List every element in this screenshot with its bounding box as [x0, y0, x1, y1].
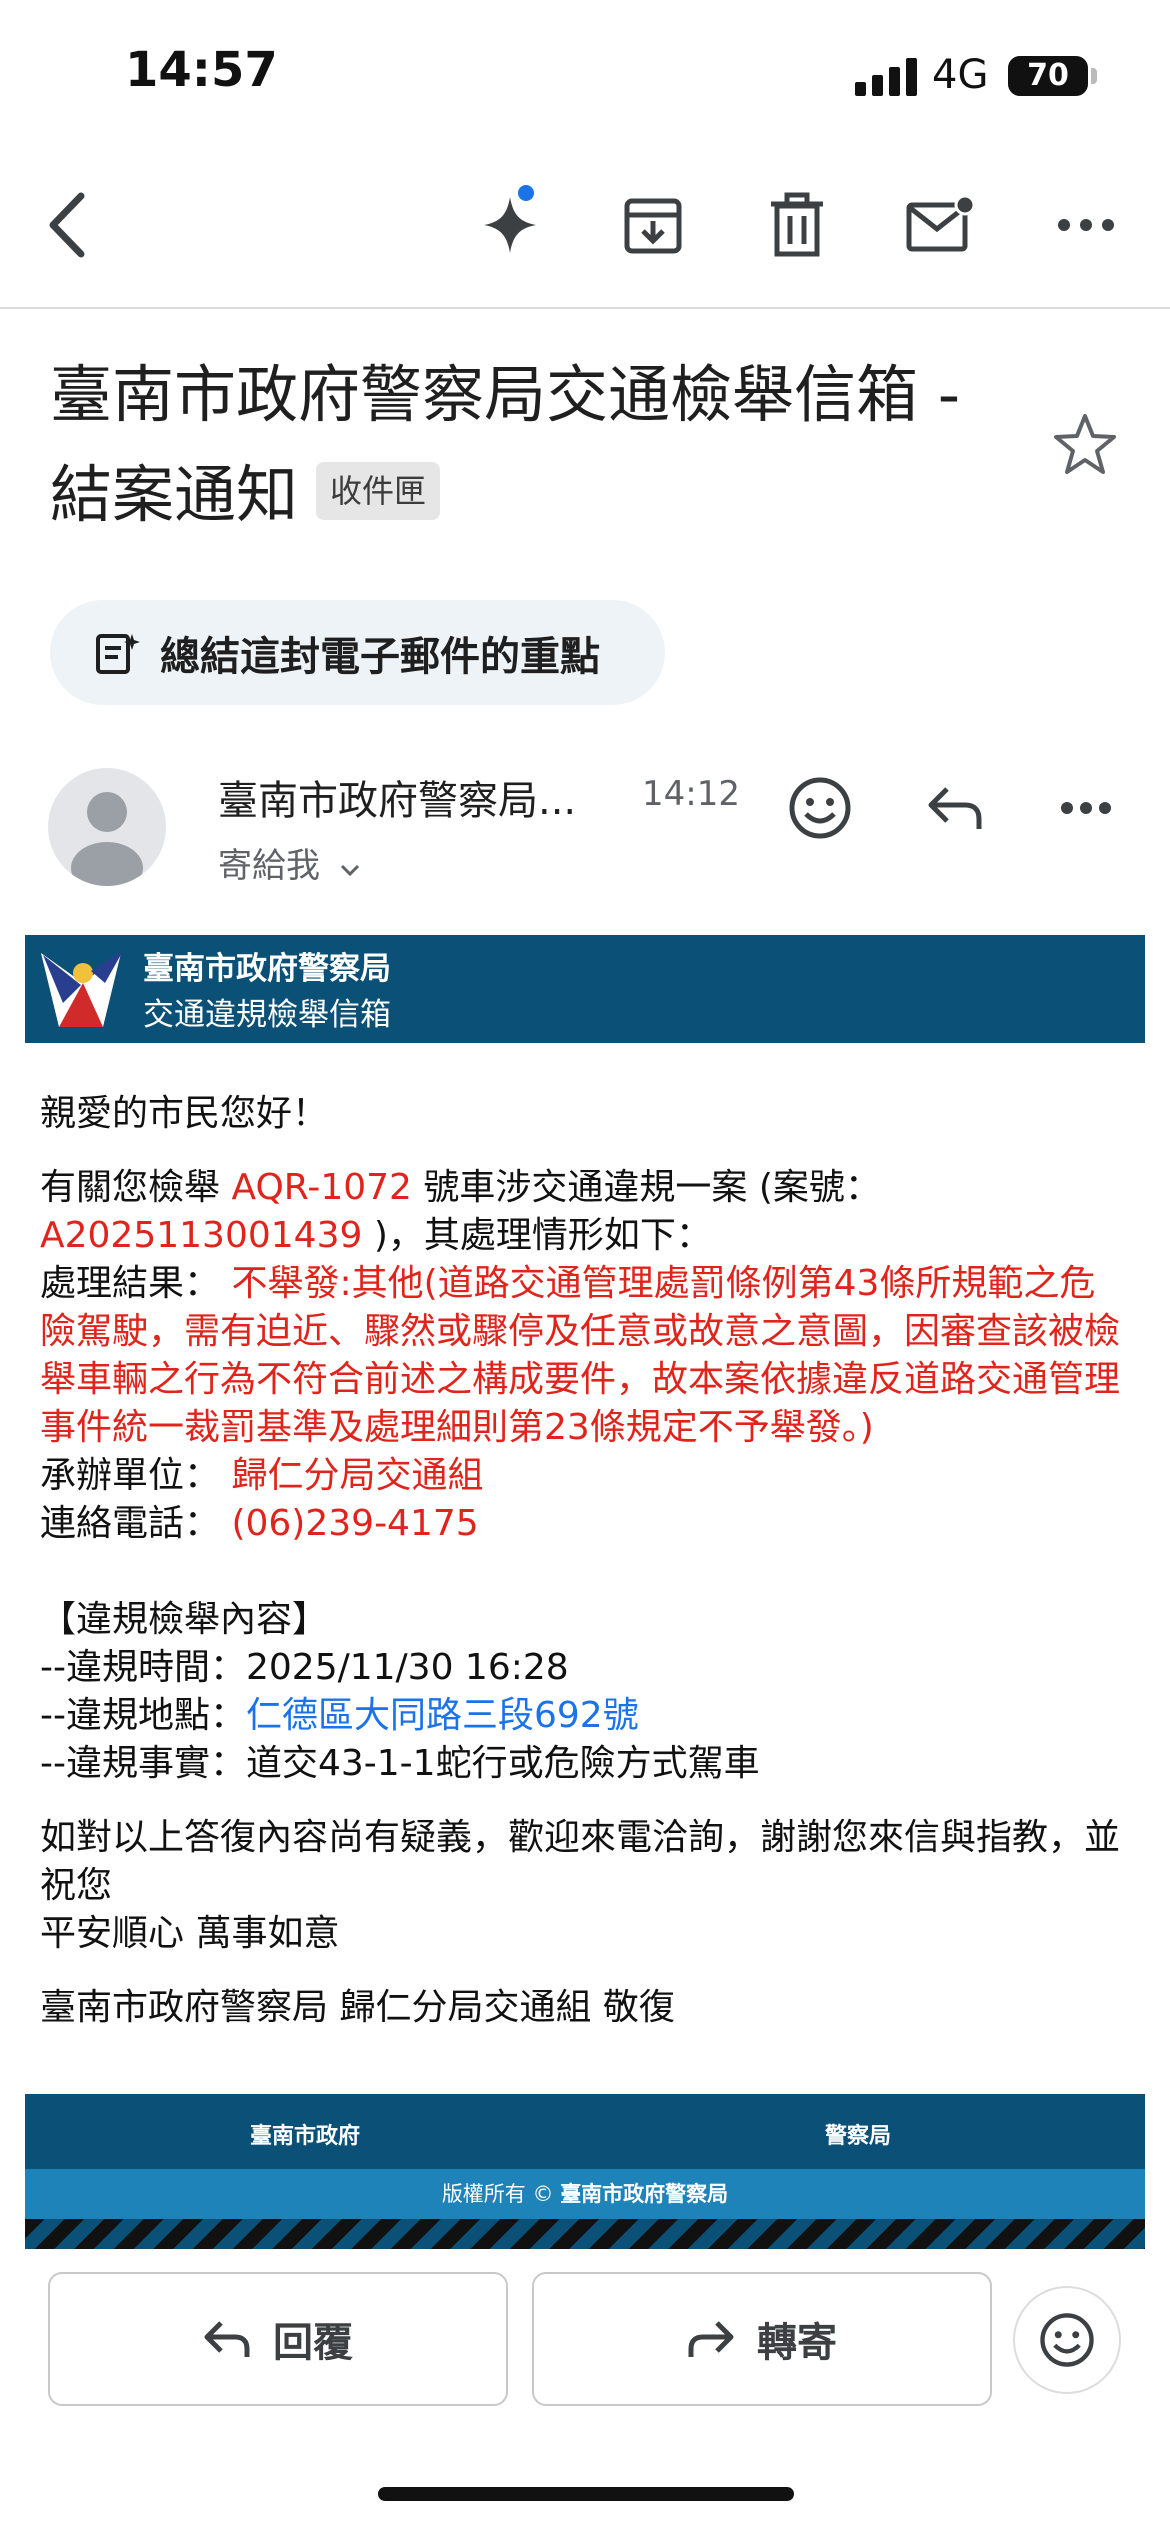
reply-icon — [204, 2321, 250, 2357]
email-time: 14:12 — [642, 774, 740, 814]
intro-paragraph: 有關您檢舉 AQR-1072 號車涉交通違規一案 (案號： A2025113001… — [40, 1164, 1130, 1260]
violation-place-label: --違規地點： — [40, 1695, 246, 1736]
message-more-button[interactable] — [1046, 768, 1126, 848]
signature: 臺南市政府警察局 歸仁分局交通組 敬復 — [40, 1987, 675, 2028]
star-button[interactable] — [1050, 410, 1120, 480]
copyright-prefix: 版權所有 © — [441, 2182, 554, 2206]
unit-line: 承辦單位： 歸仁分局交通組 — [40, 1452, 1130, 1500]
reply-label: 回覆 — [273, 2320, 353, 2366]
emoji-icon — [1040, 2313, 1094, 2367]
reply-icon — [928, 787, 982, 829]
battery-nub — [1091, 68, 1097, 84]
sender-avatar[interactable] — [48, 768, 166, 886]
archive-button[interactable] — [613, 185, 693, 265]
unit-value: 歸仁分局交通組 — [231, 1455, 484, 1496]
case-number: A2025113001439 — [40, 1215, 363, 1256]
delete-button[interactable] — [757, 185, 837, 265]
star-icon — [1054, 414, 1116, 474]
trash-icon — [771, 192, 823, 257]
forward-action-button[interactable]: 轉寄 — [532, 2272, 992, 2406]
status-time: 14:57 — [125, 42, 278, 98]
closing-text: 如對以上答復內容尚有疑義，歡迎來電洽詢，謝謝您來信與指教，並祝您 — [40, 1817, 1121, 1906]
subject-text: 臺南市政府警察局交通檢舉信箱 - 結案通知 — [50, 358, 961, 531]
chevron-down-icon — [340, 864, 359, 877]
react-emoji-button[interactable] — [780, 768, 860, 848]
result-label: 處理結果： — [40, 1263, 232, 1304]
unit-label: 承辦單位： — [40, 1455, 232, 1496]
greeting: 親愛的市民您好！ — [40, 1093, 329, 1134]
intro-text-2: 號車涉交通違規一案 (案號： — [411, 1167, 881, 1208]
mark-unread-button[interactable] — [900, 185, 980, 265]
violation-time: --違規時間：2025/11/30 16:28 — [40, 1647, 569, 1688]
recipient-toggle[interactable]: 寄給我 — [218, 838, 361, 887]
battery-level: 70 — [1008, 56, 1088, 96]
violation-place-link[interactable]: 仁德區大同路三段692號 — [246, 1695, 639, 1736]
section-title: 【違規檢舉內容】 — [40, 1599, 329, 1640]
phone-label: 連絡電話： — [40, 1503, 232, 1544]
police-logo — [41, 951, 123, 1027]
banner-title: 臺南市政府警察局 — [143, 951, 391, 987]
phone-line: 連絡電話： (06)239-4175 — [40, 1500, 1130, 1548]
email-body: 親愛的市民您好！ 有關您檢舉 AQR-1072 號車涉交通違規一案 (案號： A2… — [40, 1090, 1130, 2032]
email-footer-copyright: 版權所有 © 臺南市政府警察局 — [25, 2169, 1145, 2219]
more-options-icon — [1058, 219, 1114, 231]
email-subject: 臺南市政府警察局交通檢舉信箱 - 結案通知 收件匣 — [50, 345, 1010, 545]
reply-button[interactable] — [915, 768, 995, 848]
footer-stripe — [25, 2219, 1145, 2249]
emoji-icon — [789, 777, 851, 839]
back-button[interactable] — [28, 185, 108, 265]
forward-label: 轉寄 — [757, 2320, 837, 2366]
email-footer-links: 臺南市政府 警察局 — [25, 2094, 1145, 2169]
person-icon — [71, 792, 143, 886]
footer-link-police[interactable]: 警察局 — [825, 2118, 891, 2150]
closing-wish: 平安順心 萬事如意 — [40, 1913, 340, 1954]
gemini-button[interactable] — [470, 185, 550, 265]
copyright-owner: 臺南市政府警察局 — [560, 2182, 729, 2206]
summarize-icon — [96, 633, 140, 674]
more-options-button[interactable] — [1046, 185, 1126, 265]
forward-icon — [688, 2321, 734, 2357]
home-indicator[interactable] — [378, 2487, 794, 2501]
recipient-label: 寄給我 — [218, 846, 320, 886]
inbox-label-chip[interactable]: 收件匣 — [316, 461, 441, 520]
mark-unread-icon — [906, 195, 975, 252]
network-type: 4G — [932, 52, 989, 98]
phone-value[interactable]: (06)239-4175 — [231, 1503, 478, 1544]
archive-icon — [624, 198, 682, 254]
toolbar-divider — [0, 307, 1170, 309]
banner-subtitle: 交通違規檢舉信箱 — [143, 997, 391, 1033]
summarize-email-button[interactable]: 總結這封電子郵件的重點 — [50, 600, 665, 705]
result-line: 處理結果： 不舉發:其他(道路交通管理處罰條例第43條所規範之危險駕駛，需有迫近… — [40, 1260, 1130, 1452]
violation-place-line: --違規地點：仁德區大同路三段692號 — [40, 1692, 1130, 1740]
intro-text-3: )，其處理情形如下： — [362, 1215, 712, 1256]
gemini-sparkle-icon — [484, 185, 536, 253]
intro-text-1: 有關您檢舉 — [40, 1167, 232, 1208]
violation-fact: --違規事實：道交43-1-1蛇行或危險方式駕車 — [40, 1743, 760, 1784]
back-arrow-icon — [49, 192, 85, 258]
email-header-banner: 臺南市政府警察局 交通違規檢舉信箱 — [25, 935, 1145, 1043]
summarize-label: 總結這封電子郵件的重點 — [160, 633, 600, 680]
react-emoji-bottom-button[interactable] — [1013, 2286, 1121, 2394]
more-options-icon — [1061, 802, 1111, 814]
sender-name[interactable]: 臺南市政府警察局... — [218, 768, 608, 826]
plate-number: AQR-1072 — [231, 1167, 412, 1208]
footer-link-city-gov[interactable]: 臺南市政府 — [250, 2118, 360, 2150]
cellular-signal-icon — [855, 58, 917, 96]
reply-action-button[interactable]: 回覆 — [48, 2272, 508, 2406]
